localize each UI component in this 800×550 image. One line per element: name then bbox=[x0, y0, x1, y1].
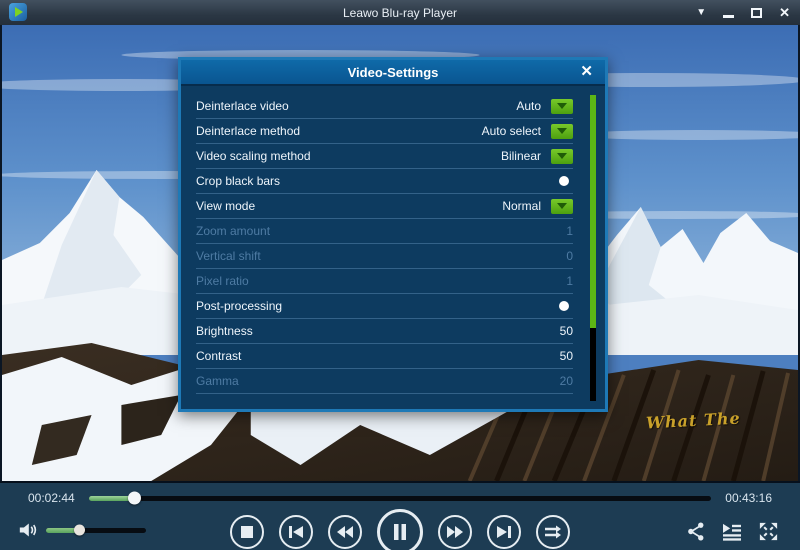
pause-button[interactable] bbox=[377, 508, 423, 550]
app-logo-icon bbox=[9, 3, 27, 21]
scrollbar-thumb[interactable] bbox=[590, 95, 596, 328]
row-video-scaling-method: Video scaling method Bilinear bbox=[196, 144, 573, 169]
next-button[interactable] bbox=[487, 514, 521, 549]
titlebar[interactable]: Leawo Blu-ray Player ▼ ✕ bbox=[0, 0, 800, 25]
total-time: 00:43:16 bbox=[725, 491, 772, 505]
dialog-title: Video-Settings bbox=[347, 64, 439, 80]
maximize-icon[interactable] bbox=[751, 7, 763, 18]
row-value: Normal bbox=[502, 199, 541, 213]
chevron-down-icon bbox=[557, 153, 567, 159]
minimize-icon[interactable] bbox=[723, 15, 735, 18]
volume-slider[interactable] bbox=[46, 524, 146, 536]
row-value: Auto bbox=[516, 99, 541, 113]
close-icon[interactable]: ✕ bbox=[779, 0, 790, 25]
row-label: Gamma bbox=[196, 374, 239, 388]
rewind-icon bbox=[337, 525, 353, 538]
row-label: Vertical shift bbox=[196, 249, 261, 263]
app-window: Leawo Blu-ray Player ▼ ✕ What The Video-… bbox=[0, 0, 800, 550]
seek-bar[interactable] bbox=[88, 491, 712, 505]
menu-chevron-icon[interactable]: ▼ bbox=[696, 0, 706, 25]
row-brightness[interactable]: Brightness 50 bbox=[196, 319, 573, 344]
fast-forward-button[interactable] bbox=[438, 514, 472, 549]
toggle-indicator[interactable] bbox=[559, 176, 569, 186]
row-label: Post-processing bbox=[196, 299, 283, 313]
row-label: Video scaling method bbox=[196, 149, 311, 163]
dialog-scrollbar[interactable] bbox=[590, 95, 596, 401]
seek-thumb[interactable] bbox=[128, 491, 142, 505]
row-zoom-amount: Zoom amount 1 bbox=[196, 219, 573, 244]
row-label: Brightness bbox=[196, 324, 253, 338]
chevron-down-icon bbox=[557, 103, 567, 109]
row-value: 1 bbox=[566, 274, 573, 288]
row-vertical-shift: Vertical shift 0 bbox=[196, 244, 573, 269]
row-view-mode: View mode Normal bbox=[196, 194, 573, 219]
row-value: Bilinear bbox=[500, 149, 541, 163]
play-order-button[interactable] bbox=[536, 514, 570, 549]
control-bar: 00:02:44 00:43:16 bbox=[0, 481, 800, 550]
rewind-button[interactable] bbox=[328, 514, 362, 549]
row-label: Deinterlace video bbox=[196, 99, 289, 113]
window-title: Leawo Blu-ray Player bbox=[342, 5, 458, 20]
row-label: View mode bbox=[196, 199, 256, 213]
row-value: 50 bbox=[559, 349, 573, 363]
toggle-indicator[interactable] bbox=[559, 301, 569, 311]
skip-back-icon bbox=[289, 525, 303, 538]
row-label: Contrast bbox=[196, 349, 242, 363]
chevron-down-icon bbox=[557, 203, 567, 209]
share-icon[interactable] bbox=[687, 522, 705, 541]
seek-fill bbox=[88, 491, 142, 505]
row-label: Pixel ratio bbox=[196, 274, 249, 288]
row-crop-black-bars: Crop black bars bbox=[196, 169, 573, 194]
chevron-down-icon bbox=[557, 128, 567, 134]
volume-fill bbox=[46, 524, 85, 536]
row-deinterlace-video: Deinterlace video Auto bbox=[196, 94, 573, 119]
row-contrast[interactable]: Contrast 50 bbox=[196, 344, 573, 369]
volume-icon[interactable] bbox=[18, 521, 38, 539]
previous-button[interactable] bbox=[279, 514, 313, 549]
row-pixel-ratio: Pixel ratio 1 bbox=[196, 269, 573, 294]
dropdown-button[interactable] bbox=[551, 198, 573, 214]
row-deinterlace-method: Deinterlace method Auto select bbox=[196, 119, 573, 144]
play-order-icon bbox=[545, 525, 561, 538]
video-settings-dialog: Video-Settings ✕ Deinterlace video Auto … bbox=[178, 57, 608, 412]
row-value: 20 bbox=[559, 374, 573, 388]
dialog-body: Deinterlace video Auto Deinterlace metho… bbox=[181, 88, 605, 401]
dropdown-button[interactable] bbox=[551, 98, 573, 114]
playlist-icon[interactable] bbox=[722, 523, 742, 541]
skip-forward-icon bbox=[497, 525, 511, 538]
fast-forward-icon bbox=[447, 525, 463, 538]
row-label: Deinterlace method bbox=[196, 124, 301, 138]
row-label: Zoom amount bbox=[196, 224, 271, 238]
dropdown-button[interactable] bbox=[551, 123, 573, 139]
dropdown-button[interactable] bbox=[551, 148, 573, 164]
stop-icon bbox=[241, 525, 253, 538]
row-label: Crop black bars bbox=[196, 174, 281, 188]
pause-icon bbox=[394, 523, 406, 540]
elapsed-time: 00:02:44 bbox=[28, 491, 75, 505]
fullscreen-icon[interactable] bbox=[759, 522, 778, 541]
volume-thumb[interactable] bbox=[74, 524, 85, 536]
stop-button[interactable] bbox=[230, 514, 264, 549]
dialog-header: Video-Settings ✕ bbox=[181, 60, 605, 86]
row-value: Auto select bbox=[481, 124, 541, 138]
row-value: 50 bbox=[559, 324, 573, 338]
dialog-close-icon[interactable]: ✕ bbox=[580, 62, 593, 80]
row-value: 0 bbox=[566, 249, 573, 263]
row-gamma: Gamma 20 bbox=[196, 369, 573, 394]
row-post-processing: Post-processing bbox=[196, 294, 573, 319]
row-value: 1 bbox=[566, 224, 573, 238]
